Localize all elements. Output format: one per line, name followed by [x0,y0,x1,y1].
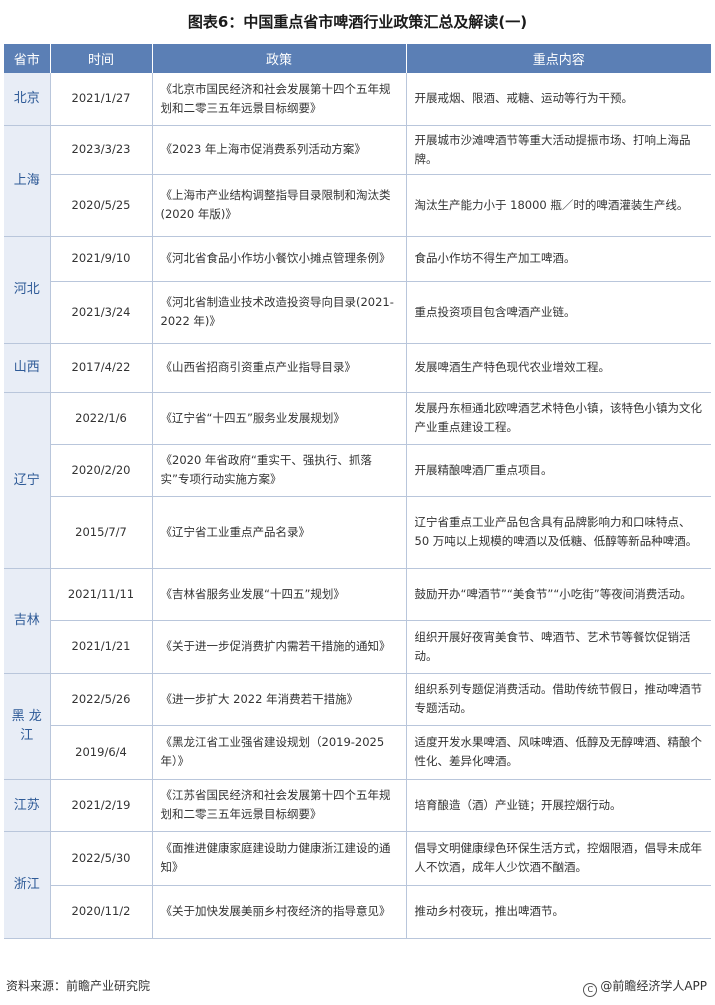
table-row: 山西 2017/4/22 《山西省招商引资重点产业指导目录》 发展啤酒生产特色现代农业… [4,343,711,393]
table-row: 2019/6/4 《黑龙江省工业强省建设规划（2019-2025 年）》 适度开发水… [4,725,711,780]
cell-policy: 《吉林省服务业发展“十四五”规划》 [152,568,407,621]
cell-date: 2021/9/10 [50,236,153,282]
cell-policy: 《面推进健康家庭建设助力健康浙江建设的通知》 [152,831,407,886]
cell-content: 重点投资项目包含啤酒产业链。 [406,281,711,344]
cell-content: 发展啤酒生产特色现代农业增效工程。 [406,343,711,393]
table-title: 图表6：中国重点省市啤酒行业政策汇总及解读(一) [187,13,528,31]
cell-content: 开展城市沙滩啤酒节等重大活动提振市场、打响上海品牌。 [406,125,711,175]
table-row: 浙江 2022/5/30 《面推进健康家庭建设助力健康浙江建设的通知》 倡导文明健康绿… [4,831,711,939]
cell-content: 推动乡村夜玩，推出啤酒节。 [406,885,711,939]
footer: 资料来源：前瞻产业研究院 C @前瞻经济学人APP [0,974,715,998]
source-note: 资料来源：前瞻产业研究院 [6,979,151,993]
header-policy: 政策 [152,44,407,73]
cell-policy: 《上海市产业结构调整指导目录限制和淘汰类(2020 年版)》 [152,174,407,237]
table-row: 2020/11/2 《关于加快发展美丽乡村夜经济的指导意见》 推动乡村夜玩，推出啤酒… [4,885,711,939]
cell-province: 吉林 [4,568,51,674]
cell-province: 河北 [4,236,51,344]
cell-policy: 《进一步扩大 2022 年消费若干措施》 [152,673,407,726]
cell-date: 2020/5/25 [50,174,153,237]
cell-date: 2017/4/22 [50,343,153,393]
cell-province: 山西 [4,343,51,393]
cell-date: 2020/2/20 [50,444,153,497]
cell-content: 开展精酿啤酒厂重点项目。 [406,444,711,497]
cell-content: 组织系列专题促消费活动。借助传统节假日，推动啤酒节专题活动。 [406,673,711,726]
cell-content: 倡导文明健康绿色环保生活方式，控烟限酒，倡导未成年人不饮酒，成年人少饮酒不酗酒。 [406,831,711,886]
cell-content: 发展丹东桓通北欧啤酒艺术特色小镇，该特色小镇为文化产业重点建设工程。 [406,392,711,445]
cell-content: 适度开发水果啤酒、风味啤酒、低醇及无醇啤酒、精酿个性化、差异化啤酒。 [406,725,711,780]
cell-content: 辽宁省重点工业产品包含具有品牌影响力和口味特点、50 万吨以上规模的啤酒以及低糖… [406,496,711,569]
table-body: 北京 2021/1/27 《北京市国民经济和社会发展第十四个五年规划和二零三五年远景… [4,73,711,939]
cell-date: 2021/2/19 [50,779,153,832]
cell-date: 2021/1/27 [50,73,153,126]
table-row: 2020/5/25 《上海市产业结构调整指导目录限制和淘汰类(2020 年版)》淘… [4,174,711,237]
cell-date: 2021/11/11 [50,568,153,621]
cell-content: 淘汰生产能力小于 18000 瓶／时的啤酒灌装生产线。 [406,174,711,237]
table-row: 上海 2023/3/23 《2023 年上海市促消费系列活动方案》 开展城市沙滩啤酒节… [4,125,711,237]
table-row: 2020/2/20 《2020 年省政府“重实干、强执行、抓落实”专项行动实施方案… [4,444,711,497]
table-row: 2021/3/24 《河北省制造业技术改造投资导向目录(2021-2022 年)》… [4,281,711,344]
cell-policy: 《辽宁省工业重点产品名录》 [152,496,407,569]
cell-date: 2020/11/2 [50,885,153,939]
cell-province: 北京 [4,73,51,126]
cell-content: 组织开展好夜宵美食节、啤酒节、艺术节等餐饮促销活动。 [406,620,711,674]
cell-province: 江苏 [4,779,51,832]
header-date: 时间 [50,44,153,73]
table-row: 2015/7/7 《辽宁省工业重点产品名录》 辽宁省重点工业产品包含具有品牌影响力和… [4,496,711,569]
cell-date: 2015/7/7 [50,496,153,569]
cell-date: 2022/5/26 [50,673,153,726]
cell-policy: 《江苏省国民经济和社会发展第十四个五年规划和二零三五年远景目标纲要》 [152,779,407,832]
table-row: 辽宁 2022/1/6 《辽宁省“十四五”服务业发展规划》 发展丹东桓通北欧啤酒艺术特… [4,392,711,569]
brand-mark: C @前瞻经济学人APP [583,977,707,997]
cell-content: 食品小作坊不得生产加工啤酒。 [406,236,711,282]
table-header-row: 省市 时间 政策 重点内容 [4,44,711,73]
cell-date: 2021/1/21 [50,620,153,674]
brand-text: @前瞻经济学人APP [600,979,707,993]
cell-date: 2021/3/24 [50,281,153,344]
table-row: 江苏 2021/2/19 《江苏省国民经济和社会发展第十四个五年规划和二零三五年远景… [4,779,711,832]
header-content: 重点内容 [406,44,711,73]
cell-date: 2022/5/30 [50,831,153,886]
cell-province: 辽宁 [4,392,51,569]
cell-content: 培育酿造（酒）产业链；开展控烟行动。 [406,779,711,832]
cell-policy: 《山西省招商引资重点产业指导目录》 [152,343,407,393]
table-row: 河北 2021/9/10 《河北省食品小作坊小餐饮小摊点管理条例》 食品小作坊不得生产… [4,236,711,344]
cell-policy: 《2020 年省政府“重实干、强执行、抓落实”专项行动实施方案》 [152,444,407,497]
table-row: 黑 龙 江 2022/5/26 《进一步扩大 2022 年消费若干措施》 组织系列专题… [4,673,711,780]
cell-policy: 《河北省制造业技术改造投资导向目录(2021-2022 年)》 [152,281,407,344]
copyright-icon: C [583,983,598,997]
table-row: 吉林 2021/11/11 《吉林省服务业发展“十四五”规划》 鼓励开办“啤酒节”“美… [4,568,711,674]
cell-policy: 《关于加快发展美丽乡村夜经济的指导意见》 [152,885,407,939]
cell-policy: 《关于进一步促消费扩内需若干措施的通知》 [152,620,407,674]
cell-policy: 《北京市国民经济和社会发展第十四个五年规划和二零三五年远景目标纲要》 [152,73,407,126]
cell-policy: 《2023 年上海市促消费系列活动方案》 [152,125,407,175]
cell-date: 2023/3/23 [50,125,153,175]
cell-date: 2019/6/4 [50,725,153,780]
cell-policy: 《黑龙江省工业强省建设规划（2019-2025 年）》 [152,725,407,780]
table-row: 2021/1/21 《关于进一步促消费扩内需若干措施的通知》 组织开展好夜宵美食节、… [4,620,711,674]
cell-date: 2022/1/6 [50,392,153,445]
cell-policy: 《河北省食品小作坊小餐饮小摊点管理条例》 [152,236,407,282]
cell-province: 黑 龙 江 [4,673,51,780]
cell-content: 鼓励开办“啤酒节”“美食节”“小吃街”等夜间消费活动。 [406,568,711,621]
cell-policy: 《辽宁省“十四五”服务业发展规划》 [152,392,407,445]
cell-province: 浙江 [4,831,51,939]
cell-content: 开展戒烟、限酒、戒糖、运动等行为干预。 [406,73,711,126]
policy-table: 省市 时间 政策 重点内容 北京 2021/1/27 《北京市国民经济和社会发展第十… [4,44,711,939]
table-row: 北京 2021/1/27 《北京市国民经济和社会发展第十四个五年规划和二零三五年远景… [4,73,711,126]
header-province: 省市 [4,44,51,73]
cell-province: 上海 [4,125,51,237]
